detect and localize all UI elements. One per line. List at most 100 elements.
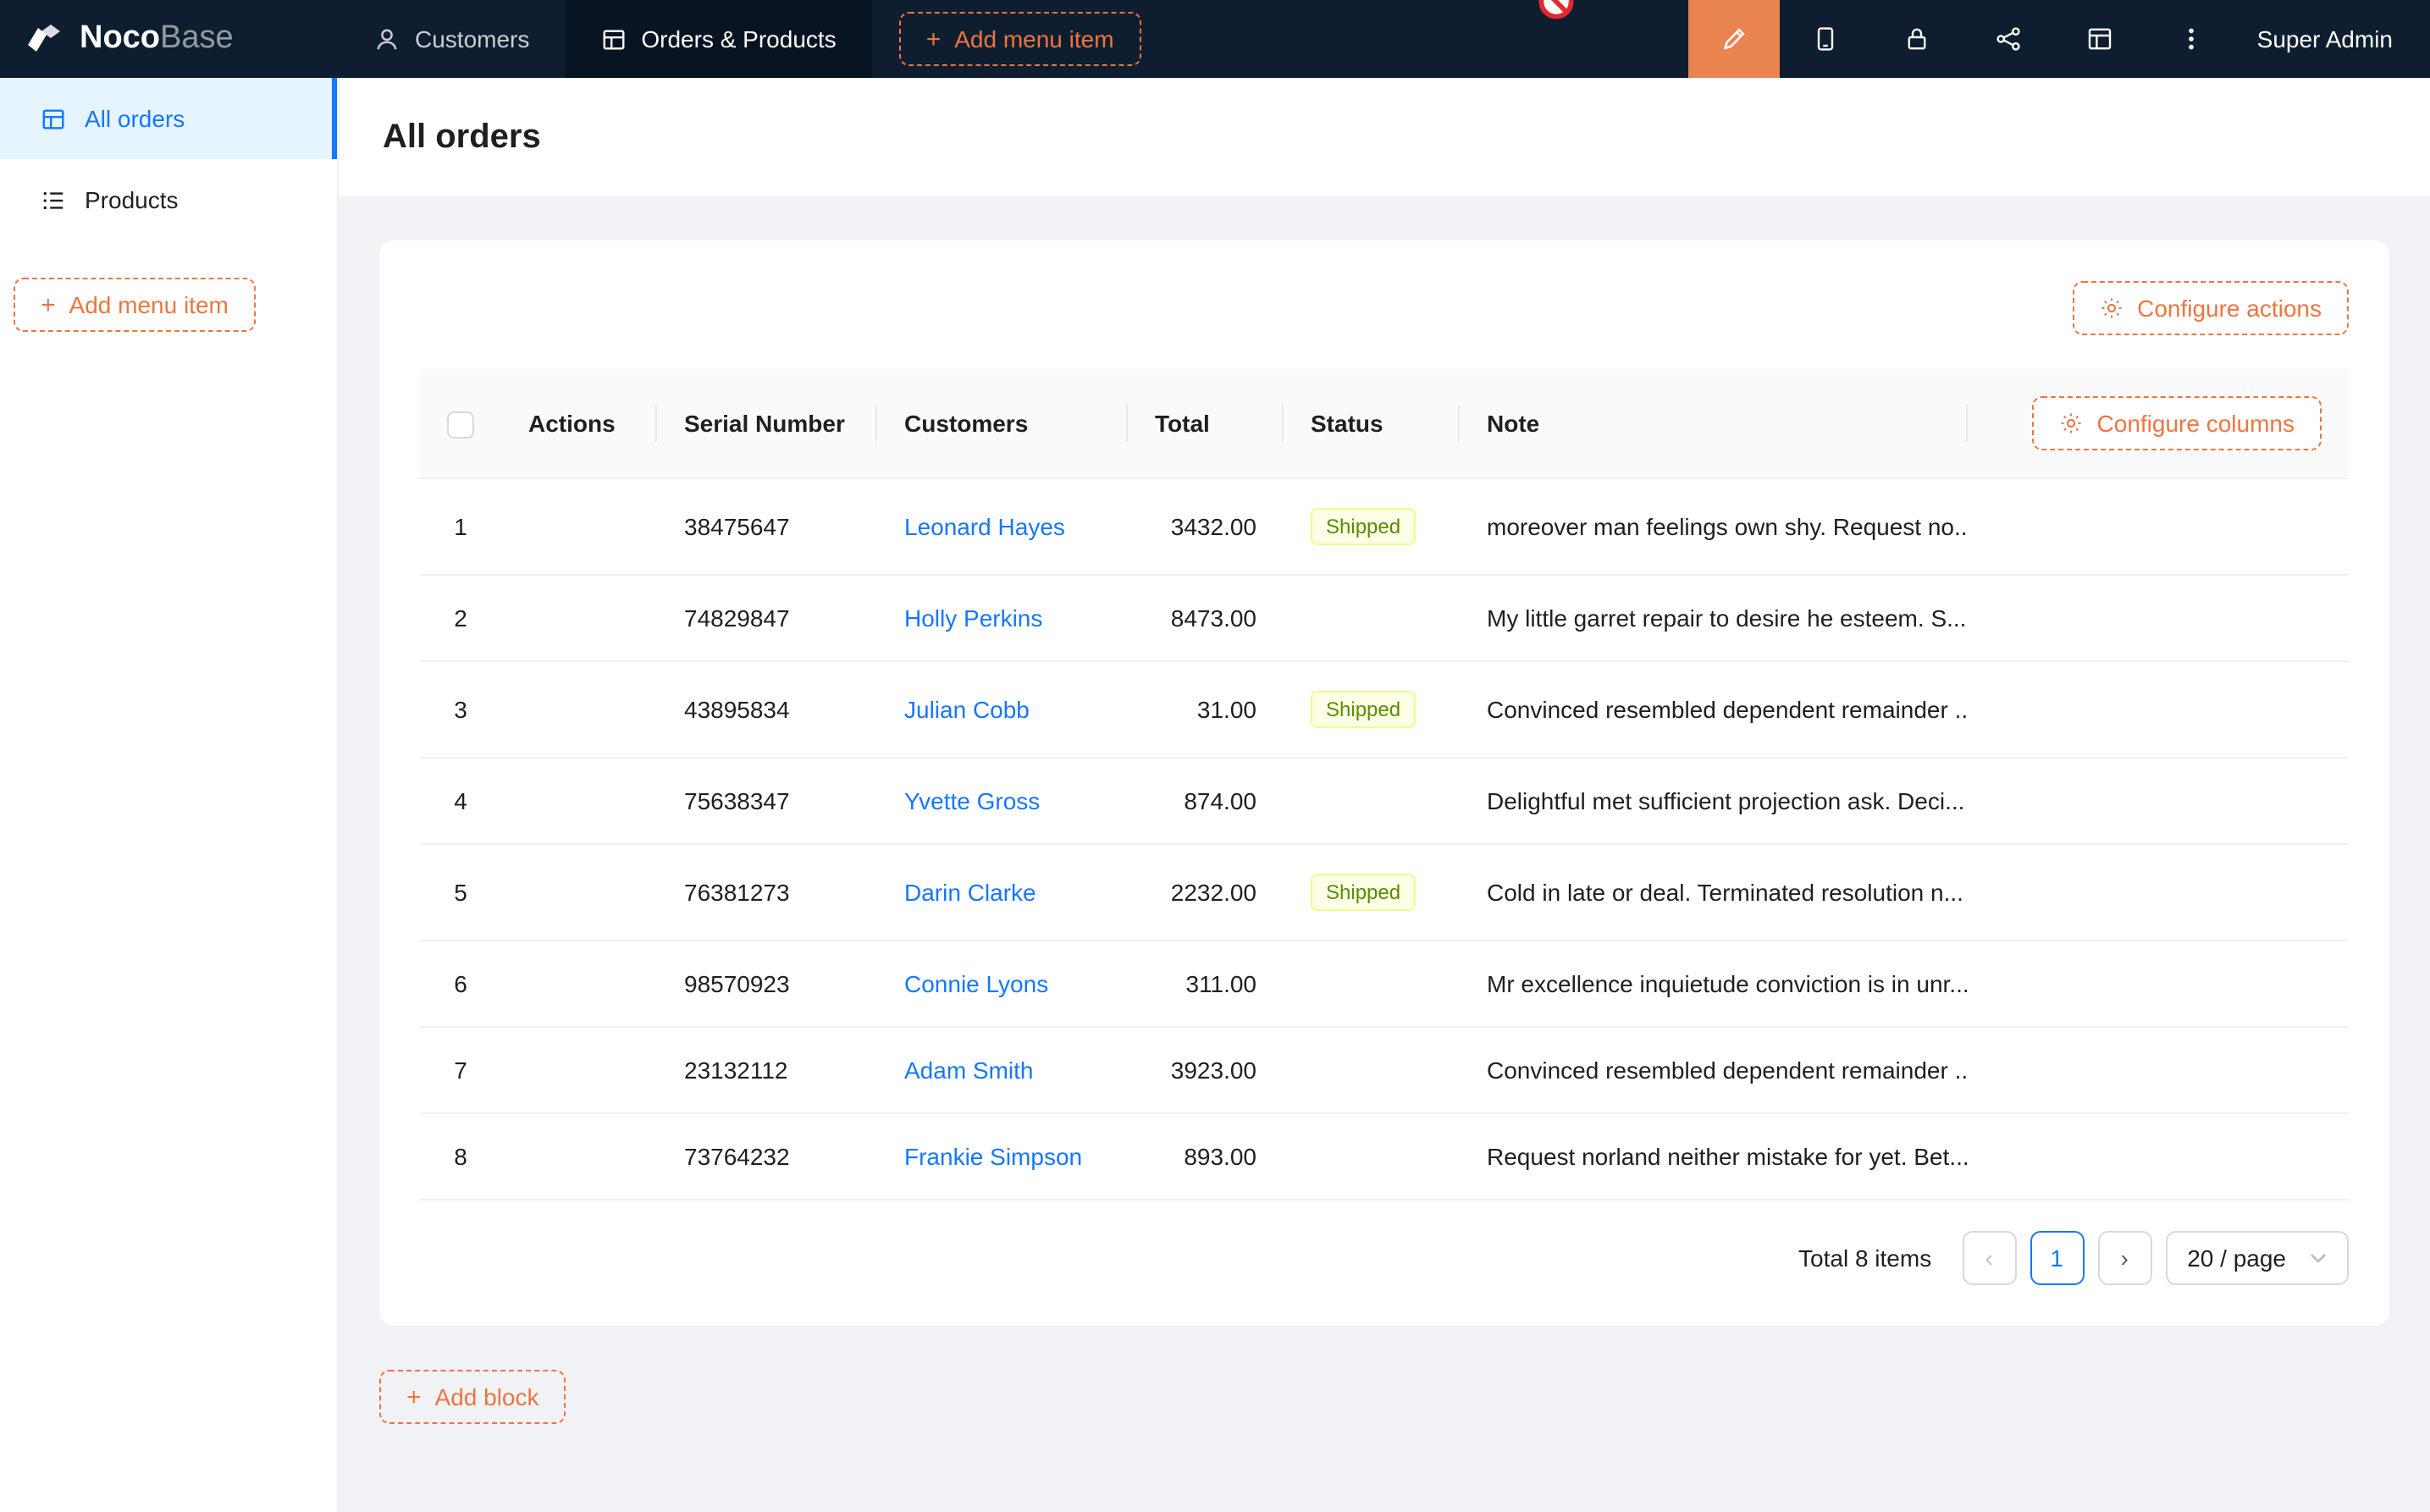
customer-link[interactable]: Frankie Simpson [904,1143,1082,1170]
page-title: All orders [383,118,541,157]
customer-link[interactable]: Adam Smith [904,1057,1034,1084]
page-number-button[interactable]: 1 [2030,1231,2084,1285]
sidebar-item-label: Products [85,186,179,213]
serial-number-cell: 76381273 [657,844,877,941]
sidebar-item-all-orders[interactable]: All orders [0,78,337,159]
serial-number-cell: 23132112 [657,1027,877,1113]
status-tag: Shipped [1311,874,1416,911]
note-cell: Convinced resembled dependent remainder … [1460,1027,1968,1113]
customer-link[interactable]: Julian Cobb [904,696,1030,723]
table-row: 6 98570923 Connie Lyons 311.00 Mr excell… [420,941,2349,1027]
status-cell [1284,758,1460,844]
note-cell: Cold in late or deal. Terminated resolut… [1460,844,1968,941]
layout-template-icon[interactable] [2054,0,2146,78]
status-cell [1284,1113,1460,1200]
user-menu[interactable]: Super Admin [2237,0,2430,78]
row-index: 3 [420,661,501,758]
top-nav: Customers Orders & Products + Add menu i… [339,0,1141,78]
row-config-cell [1968,661,2349,758]
table-body: 1 38475647 Leonard Hayes 3432.00 Shipped… [420,478,2349,1200]
table-grid-icon [41,106,66,131]
table-doc-icon [600,26,626,52]
nav-item-orders-products[interactable]: Orders & Products [565,0,871,78]
table-row: 2 74829847 Holly Perkins 8473.00 My litt… [420,575,2349,661]
total-cell: 3923.00 [1128,1027,1284,1113]
page-content: Configure actions Actions Seria [339,196,2430,1512]
add-block-button[interactable]: + Add block [379,1370,566,1424]
ui-editor-pen-icon[interactable] [1688,0,1780,78]
note-cell: Delightful met sufficient projection ask… [1460,758,1968,844]
nav-item-label: Orders & Products [641,25,836,52]
configure-columns-button[interactable]: Configure columns [2033,396,2322,450]
orders-table-card: Configure actions Actions Seria [379,240,2389,1326]
configure-actions-button[interactable]: Configure actions [2073,281,2349,335]
row-config-cell [1968,575,2349,661]
status-cell [1284,575,1460,661]
pagination: Total 8 items ‹ 1 › 20 / page [420,1231,2349,1285]
nav-item-customers[interactable]: Customers [339,0,565,78]
total-cell: 31.00 [1128,661,1284,758]
column-header-status: Status [1284,369,1460,478]
logo[interactable]: NocoBase [0,0,339,78]
customer-link[interactable]: Yvette Gross [904,787,1040,814]
actions-cell [501,941,657,1027]
add-menu-item-button-header[interactable]: + Add menu item [899,12,1141,66]
customer-link[interactable]: Connie Lyons [904,970,1048,997]
select-all-header [420,369,501,478]
customer-cell: Connie Lyons [877,941,1128,1027]
serial-number-cell: 74829847 [657,575,877,661]
customer-cell: Julian Cobb [877,661,1128,758]
card-toolbar: Configure actions [420,281,2349,335]
main-area: All orders Configure actions [339,78,2430,1512]
status-cell [1284,1027,1460,1113]
customer-cell: Leonard Hayes [877,478,1128,575]
status-cell [1284,941,1460,1027]
share-nodes-icon[interactable] [1963,0,2054,78]
customer-link[interactable]: Leonard Hayes [904,513,1065,540]
more-vertical-icon[interactable] [2146,0,2237,78]
prev-page-button[interactable]: ‹ [1962,1231,2016,1285]
customer-cell: Darin Clarke [877,844,1128,941]
actions-cell [501,661,657,758]
row-index: 8 [420,1113,501,1200]
unordered-list-icon [41,187,66,212]
page-size-select[interactable]: 20 / page [2165,1231,2349,1285]
plus-icon: + [406,1384,422,1410]
row-index: 2 [420,575,501,661]
total-cell: 8473.00 [1128,575,1284,661]
lock-icon[interactable] [1871,0,1963,78]
row-config-cell [1968,478,2349,575]
row-index: 6 [420,941,501,1027]
total-cell: 893.00 [1128,1113,1284,1200]
nav-item-label: Customers [415,25,529,52]
serial-number-cell: 98570923 [657,941,877,1027]
nocobase-logo-icon [24,19,64,59]
row-index: 4 [420,758,501,844]
mobile-icon[interactable] [1780,0,1871,78]
serial-number-cell: 43895834 [657,661,877,758]
row-index: 1 [420,478,501,575]
pagination-total: Total 8 items [1798,1244,1931,1272]
table-row: 8 73764232 Frankie Simpson 893.00 Reques… [420,1113,2349,1200]
select-all-checkbox[interactable] [447,411,474,438]
next-page-button[interactable]: › [2097,1231,2151,1285]
person-icon [374,26,400,52]
note-cell: moreover man feelings own shy. Request n… [1460,478,1968,575]
note-cell: My little garret repair to desire he est… [1460,575,1968,661]
total-cell: 874.00 [1128,758,1284,844]
logo-text: NocoBase [80,20,234,58]
customer-link[interactable]: Darin Clarke [904,879,1036,906]
column-header-actions: Actions [501,369,657,478]
column-header-total: Total [1128,369,1284,478]
status-cell: Shipped [1284,478,1460,575]
top-header: NocoBase Customers [0,0,2430,78]
page-header: All orders [339,78,2430,196]
sidebar-item-products[interactable]: Products [0,159,337,240]
customer-link[interactable]: Holly Perkins [904,604,1042,632]
status-tag: Shipped [1311,691,1416,728]
gear-icon [2100,296,2123,320]
status-cell: Shipped [1284,844,1460,941]
add-menu-item-button-sidebar[interactable]: + Add menu item [14,278,256,332]
nocobase-app: NocoBase Customers [0,0,2430,1512]
row-config-cell [1968,1027,2349,1113]
